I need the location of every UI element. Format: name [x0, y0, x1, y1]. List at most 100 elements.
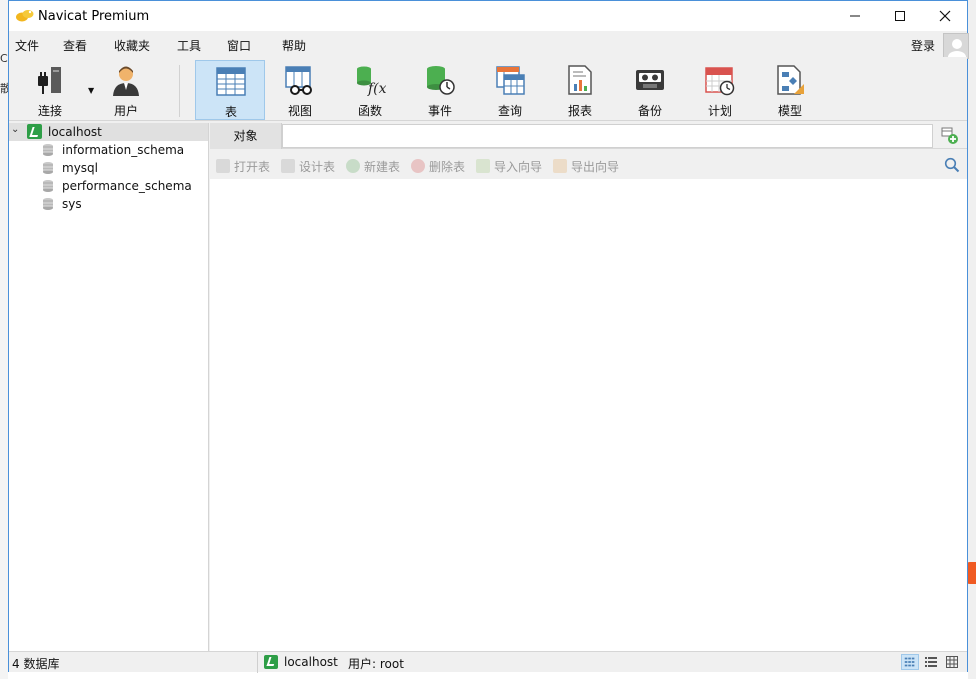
new-object-tab-icon[interactable]	[941, 127, 959, 145]
status-connection-name: localhost	[284, 655, 338, 669]
export-wizard-label: 导出向导	[571, 159, 620, 174]
menu-view[interactable]: 查看	[63, 37, 87, 54]
event-clock-icon	[427, 66, 455, 95]
model-button[interactable]: 模型	[755, 60, 825, 120]
status-divider	[257, 652, 258, 673]
import-wizard-label: 导入向导	[494, 159, 543, 174]
desktop-text: C	[0, 52, 8, 65]
user-button[interactable]: 用户	[91, 60, 161, 120]
report-button[interactable]: 报表	[545, 60, 615, 120]
table-label: 表	[224, 105, 237, 119]
connection-name: localhost	[48, 125, 102, 139]
new-table-label: 新建表	[364, 159, 401, 174]
report-icon	[568, 65, 592, 95]
import-wizard-icon	[476, 159, 490, 173]
object-list-area[interactable]	[210, 179, 967, 651]
maximize-button[interactable]	[877, 1, 922, 31]
model-label: 模型	[777, 104, 802, 118]
minimize-button[interactable]	[832, 1, 877, 31]
design-table-label: 设计表	[299, 159, 336, 174]
desktop-right-edge	[964, 0, 976, 679]
database-icon	[43, 180, 53, 192]
tree-database-item[interactable]: information_schema	[9, 141, 208, 159]
objects-tab[interactable]: 对象	[210, 123, 282, 149]
user-avatar[interactable]	[943, 33, 969, 59]
search-icon[interactable]	[944, 157, 960, 173]
function-icon: f(x)	[357, 66, 386, 96]
event-button[interactable]: 事件	[405, 60, 475, 120]
export-wizard-icon	[553, 159, 567, 173]
object-actions-toolbar: 打开表 设计表 新建表 删除表 导入向导 导出向导	[210, 152, 967, 178]
close-button[interactable]	[922, 1, 967, 31]
open-table-icon	[216, 159, 230, 173]
schedule-label: 计划	[707, 104, 732, 118]
minimize-icon	[849, 15, 860, 17]
tree-database-item[interactable]: sys	[9, 195, 208, 213]
export-wizard-button[interactable]: 导出向导	[553, 157, 619, 175]
backup-button[interactable]: 备份	[615, 60, 685, 120]
user-icon	[113, 66, 139, 96]
menu-tools[interactable]: 工具	[177, 37, 201, 54]
import-wizard-button[interactable]: 导入向导	[476, 157, 542, 175]
expand-arrow-icon[interactable]: ⌄	[11, 124, 19, 135]
view-glasses-icon	[285, 66, 312, 95]
backup-tape-icon	[636, 70, 664, 90]
view-button[interactable]: 视图	[265, 60, 335, 120]
main-toolbar: 连接 ▼ 用户 表 视图 f(x 函数 事件 查询 报表 备份 计划 模型	[9, 57, 967, 121]
table-icon	[216, 67, 246, 96]
event-label: 事件	[427, 104, 452, 118]
menu-window[interactable]: 窗口	[227, 37, 251, 54]
menu-favorites[interactable]: 收藏夹	[114, 37, 150, 54]
view-label: 视图	[287, 104, 312, 118]
window-title: Navicat Premium	[38, 9, 150, 24]
list-view-icon[interactable]	[922, 654, 940, 670]
query-button[interactable]: 查询	[475, 60, 545, 120]
backup-label: 备份	[637, 104, 662, 118]
database-name: sys	[62, 197, 82, 211]
detail-view-icon[interactable]	[943, 654, 961, 670]
connect-label: 连接	[37, 104, 62, 118]
user-label: 用户	[113, 104, 138, 118]
tree-database-item[interactable]: performance_schema	[9, 177, 208, 195]
connect-plug-icon	[38, 67, 61, 94]
avatar-person-icon	[948, 39, 966, 58]
design-table-icon	[281, 159, 295, 173]
connection-tree: ⌄ localhost information_schema mysql per…	[9, 123, 209, 651]
status-connection-icon	[264, 655, 278, 669]
new-table-icon	[346, 159, 360, 173]
close-icon	[939, 10, 950, 22]
tree-connection-localhost[interactable]: ⌄ localhost	[9, 123, 208, 141]
mysql-connection-icon	[27, 124, 42, 139]
title-bar: Navicat Premium	[9, 1, 967, 31]
database-name: mysql	[62, 161, 98, 175]
delete-table-icon	[411, 159, 425, 173]
login-link[interactable]: 登录	[911, 37, 935, 54]
database-icon	[43, 162, 53, 174]
query-icon	[496, 66, 525, 95]
toolbar-separator	[179, 65, 180, 117]
query-label: 查询	[497, 104, 522, 118]
new-table-button[interactable]: 新建表	[346, 157, 400, 175]
open-table-label: 打开表	[234, 159, 271, 174]
open-table-button[interactable]: 打开表	[216, 157, 270, 175]
database-count: 4 数据库	[12, 657, 60, 671]
tree-database-item[interactable]: mysql	[9, 159, 208, 177]
navicat-logo-icon	[16, 10, 34, 22]
grid-view-icon[interactable]	[901, 654, 919, 670]
delete-table-button[interactable]: 删除表	[411, 157, 465, 175]
database-icon	[43, 144, 53, 156]
function-button[interactable]: f(x) 函数	[335, 60, 405, 120]
delete-table-label: 删除表	[429, 159, 466, 174]
connect-button[interactable]: 连接 ▼	[15, 60, 94, 120]
report-label: 报表	[567, 104, 592, 118]
schedule-calendar-icon	[705, 67, 735, 96]
design-table-button[interactable]: 设计表	[281, 157, 335, 175]
maximize-icon	[894, 11, 905, 21]
menu-help[interactable]: 帮助	[282, 37, 306, 54]
database-name: information_schema	[62, 143, 185, 157]
table-button[interactable]: 表	[195, 60, 265, 120]
object-tab-strip	[282, 124, 933, 148]
schedule-button[interactable]: 计划	[685, 60, 755, 120]
navicat-window: Navicat Premium 文件 查看 收藏夹 工具 窗口 帮助 登录 连接…	[8, 0, 969, 673]
menu-file[interactable]: 文件	[15, 37, 39, 54]
